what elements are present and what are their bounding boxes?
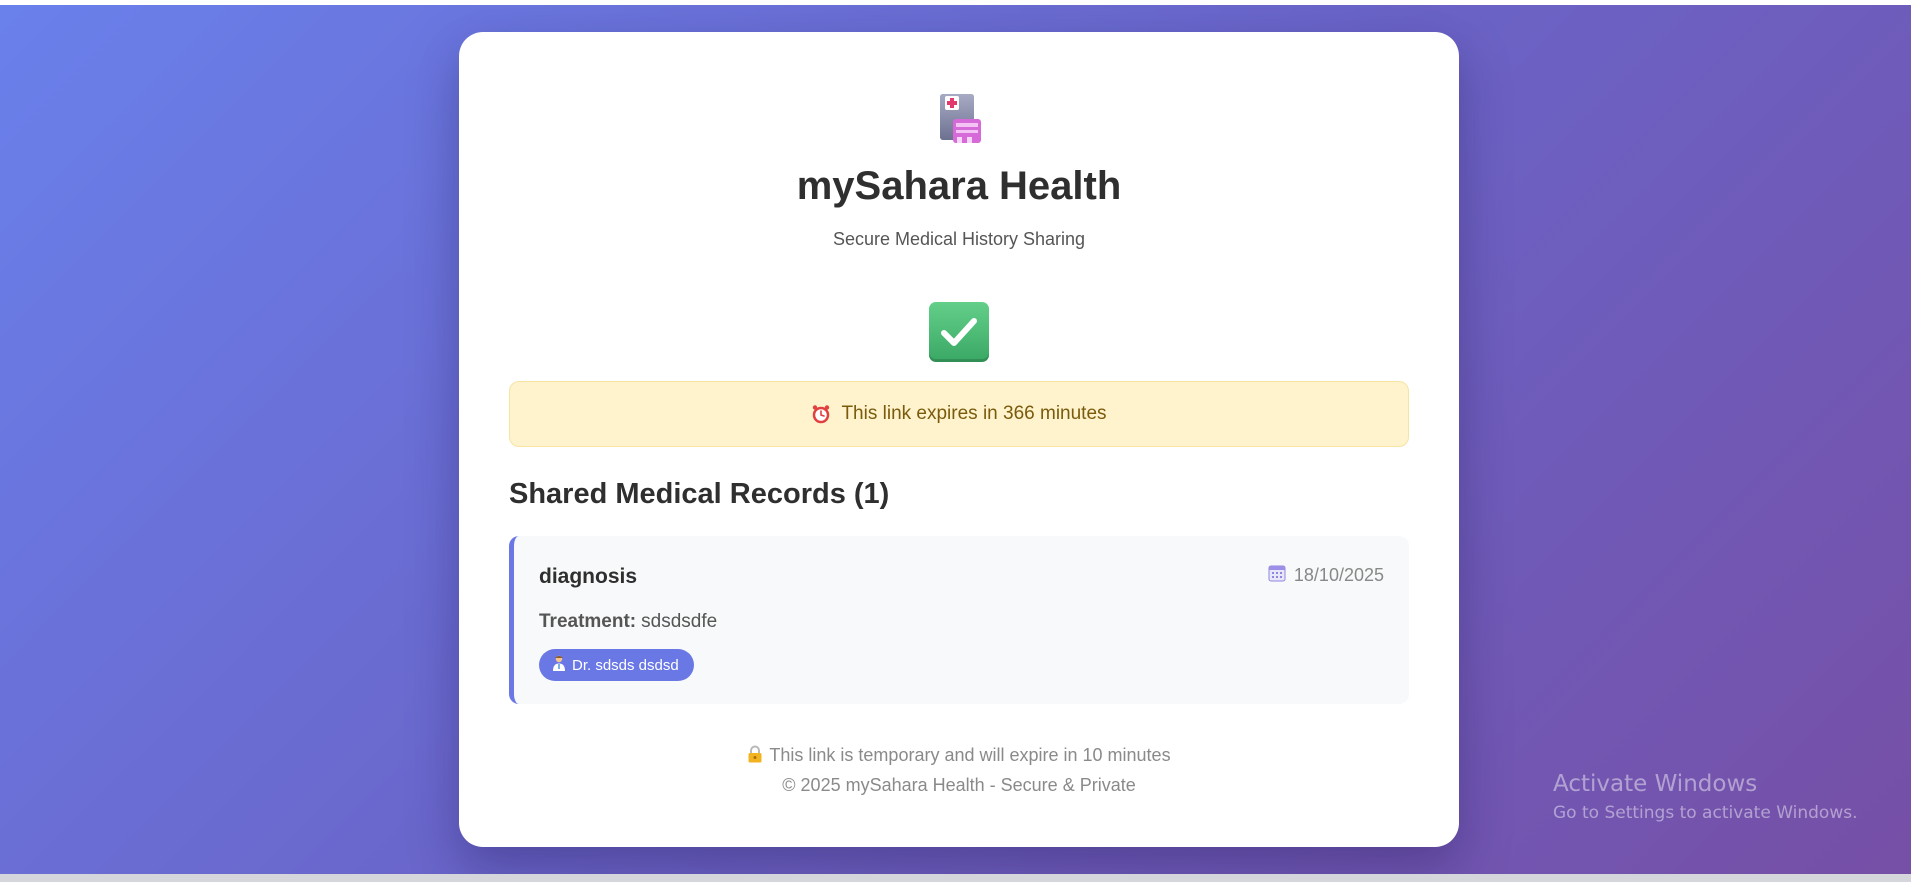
- expiry-text: This link expires in 366 minutes: [841, 403, 1107, 424]
- doctor-icon: [552, 655, 566, 675]
- record-type: diagnosis: [539, 565, 638, 588]
- watermark-subtitle: Go to Settings to activate Windows.: [1553, 803, 1858, 823]
- app-subtitle: Secure Medical History Sharing: [832, 229, 1086, 249]
- treatment-value: sdsdsdfe: [641, 611, 718, 632]
- check-mark-icon: [929, 302, 989, 362]
- calendar-icon: [1268, 564, 1286, 587]
- windows-activation-watermark: Activate Windows Go to Settings to activ…: [1553, 771, 1858, 823]
- treatment-label: Treatment:: [539, 611, 637, 632]
- doctor-name: Dr. sdsds dsdsd: [572, 656, 679, 674]
- footer-copyright: © 2025 mySahara Health - Secure & Privat…: [782, 775, 1136, 795]
- lock-icon: [747, 745, 763, 768]
- record-date-text: 18/10/2025: [1293, 565, 1384, 585]
- alarm-clock-icon: [811, 404, 831, 424]
- share-card: mySahara Health Secure Medical History S…: [459, 32, 1459, 847]
- expiry-banner: This link expires in 366 minutes: [509, 381, 1409, 447]
- taskbar: [0, 874, 1911, 882]
- record-treatment: Treatment: sdsdsdfe: [539, 611, 717, 633]
- footer-note-text: This link is temporary and will expire i…: [769, 745, 1171, 765]
- records-heading: Shared Medical Records (1): [509, 478, 890, 510]
- footer-note: This link is temporary and will expire i…: [459, 745, 1459, 768]
- hospital-icon: [937, 92, 983, 144]
- doctor-badge: Dr. sdsds dsdsd: [539, 649, 694, 681]
- watermark-title: Activate Windows: [1553, 771, 1758, 797]
- app-title: mySahara Health: [796, 164, 1122, 208]
- record-card: diagnosis 18/10/2025 Treatment:sdsdsdfe: [509, 536, 1409, 704]
- record-date: 18/10/2025: [1268, 564, 1384, 587]
